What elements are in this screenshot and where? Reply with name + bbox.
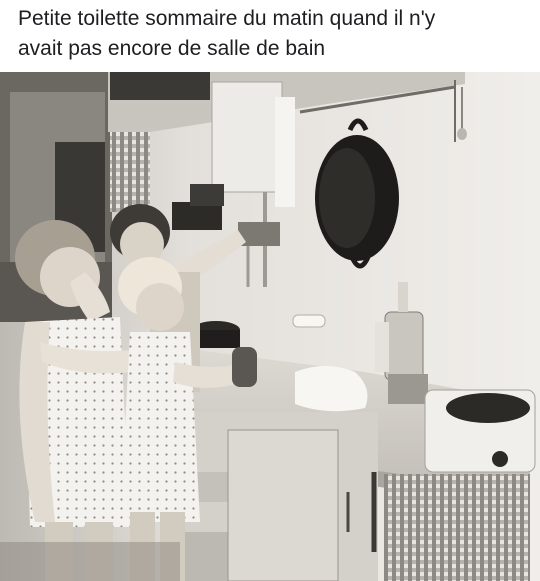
percolator [384,311,424,381]
post-caption: Petite toilette sommaire du matin quand … [18,4,528,64]
vintage-kitchen-photo[interactable] [0,72,540,581]
water-heater [211,81,283,193]
caption-line-2: avait pas encore de salle de bain [18,37,326,60]
caption-line-1: Petite toilette sommaire du matin quand … [18,7,436,30]
gingham-curtain [384,474,530,581]
radio-box [172,202,222,230]
social-post: Petite toilette sommaire du matin quand … [0,0,540,581]
